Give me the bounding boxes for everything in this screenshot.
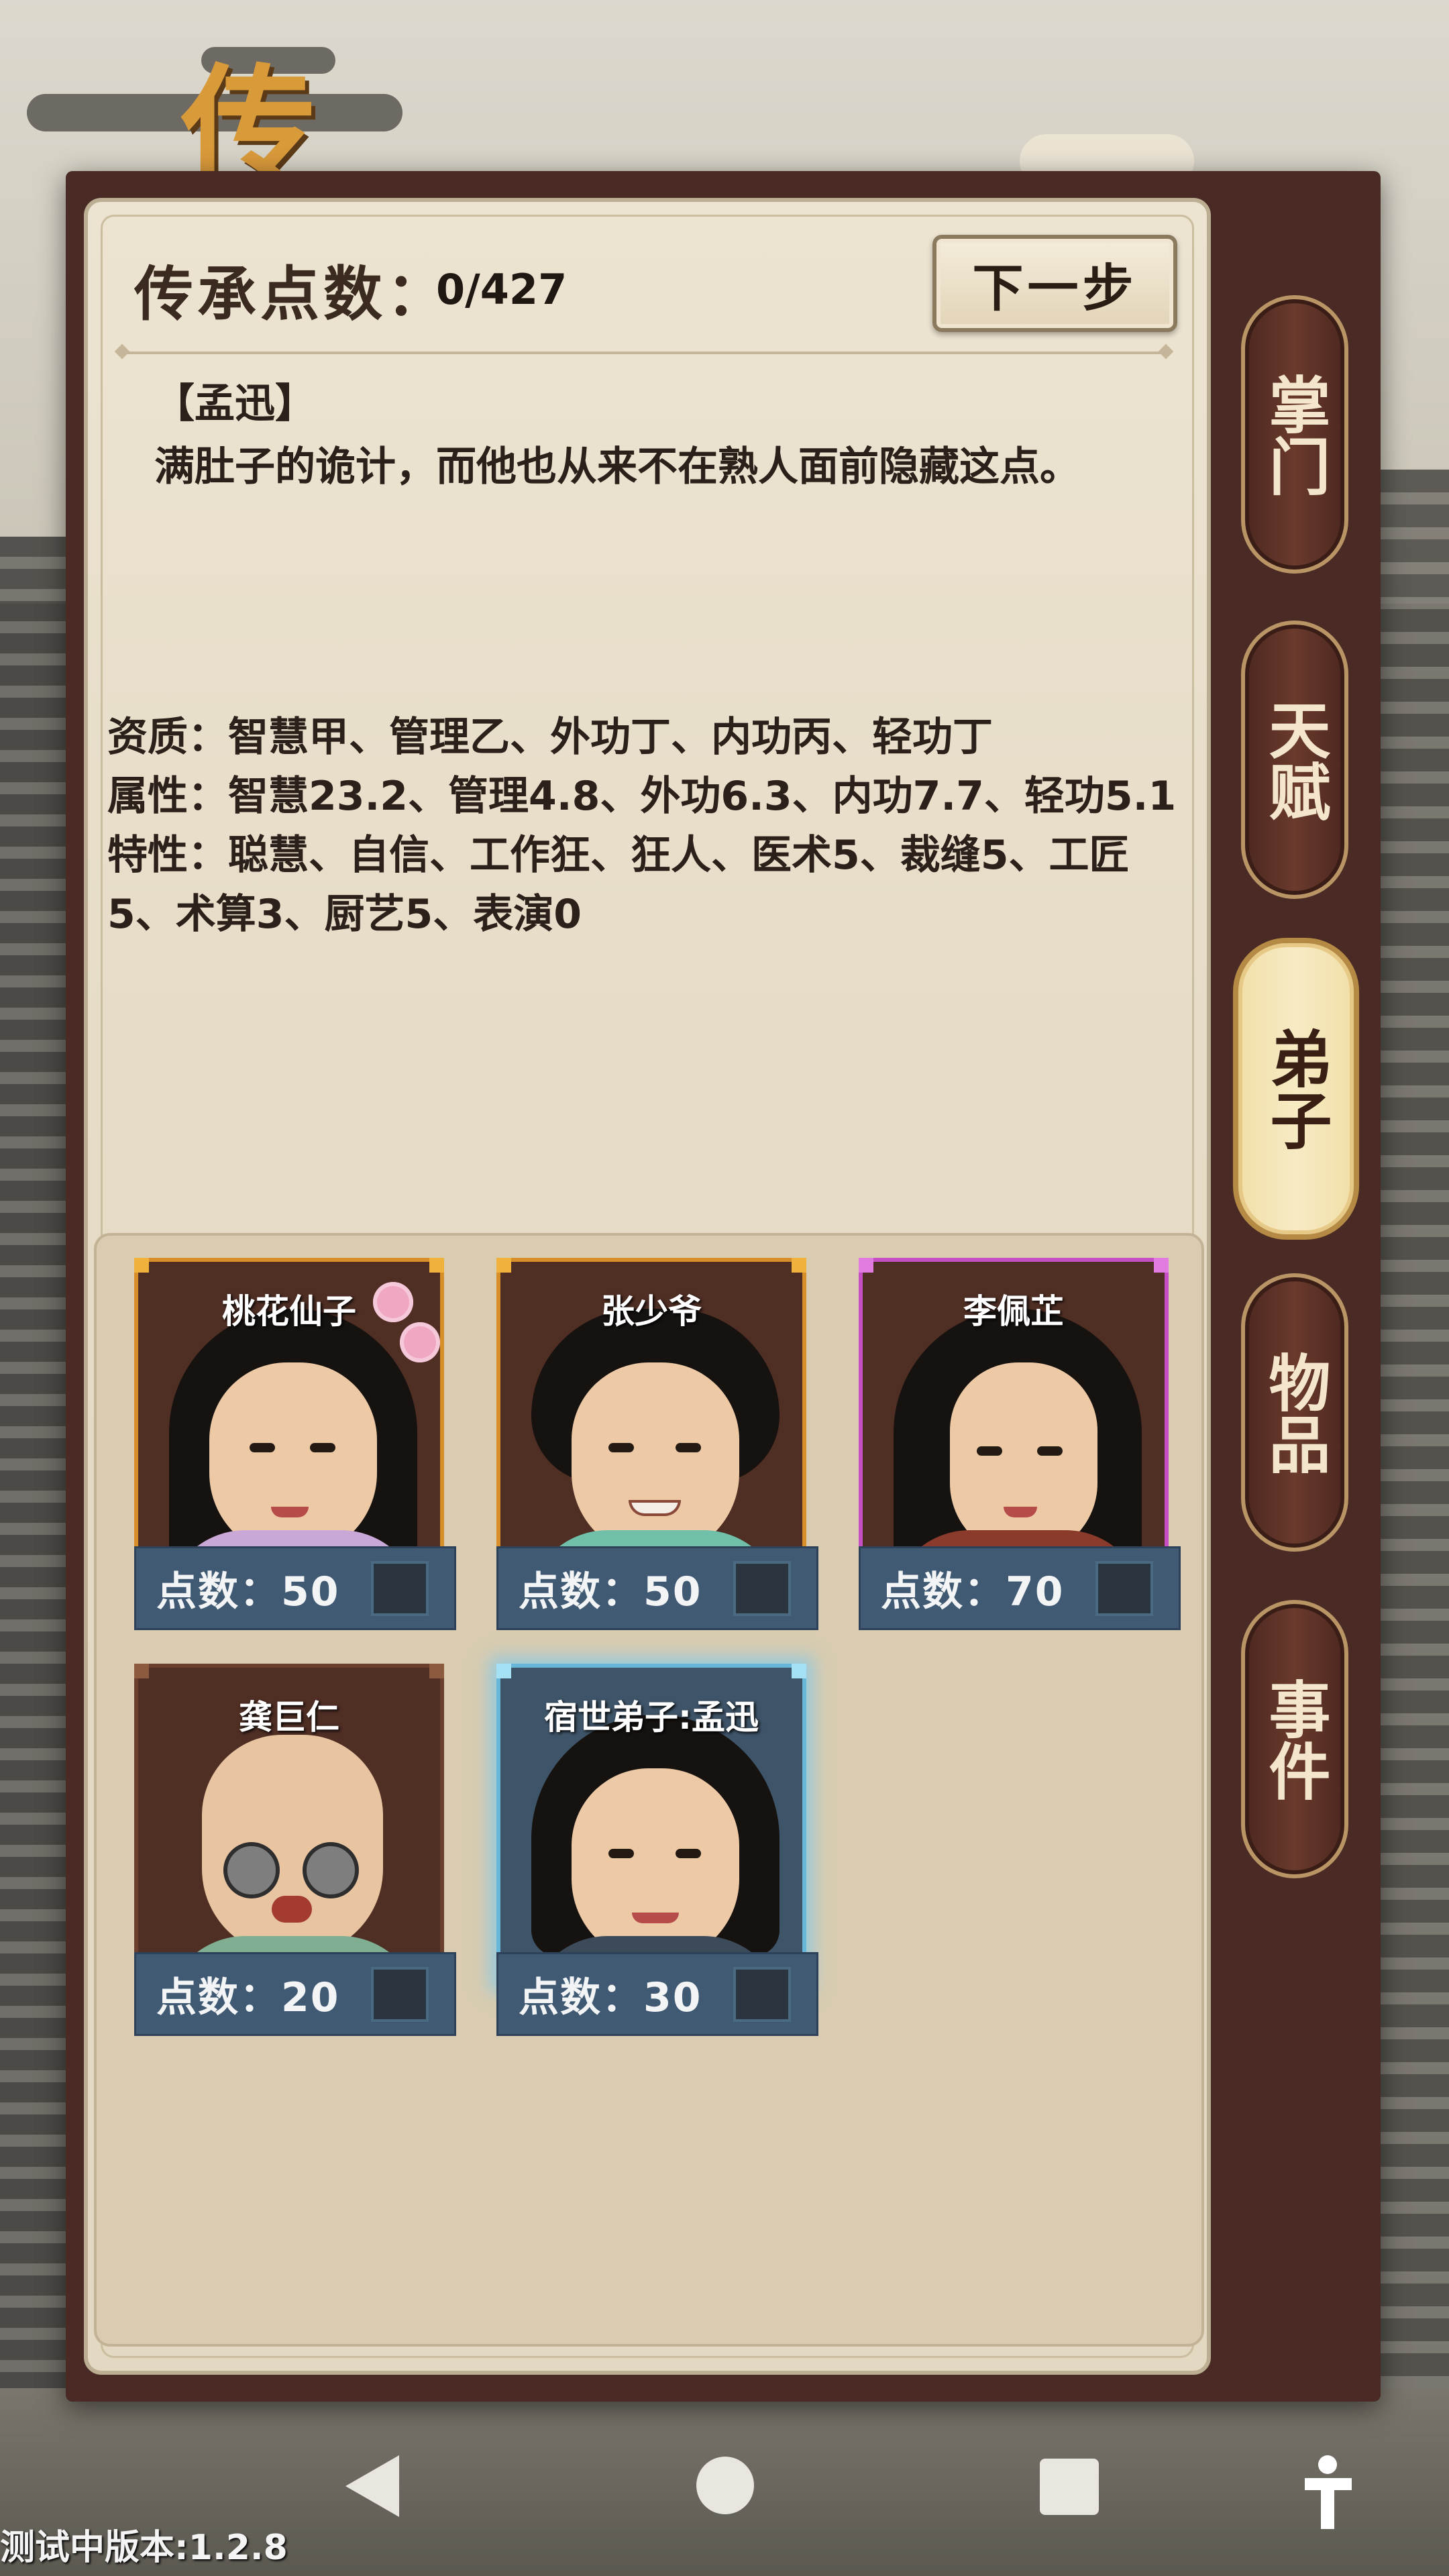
card-name: 桃花仙子 (222, 1292, 356, 1331)
next-step-button[interactable]: 下一步 (932, 235, 1177, 332)
version-label: 测试中版本:1.2.8 (0, 2528, 288, 2568)
glasses-icon (223, 1842, 280, 1898)
disciple-bio: 满肚子的诡计，而他也从来不在熟人面前隐藏这点。 (154, 443, 1080, 490)
tab-leader[interactable]: 掌门 (1241, 295, 1348, 574)
traits-line: 特性：聪慧、自信、工作狂、狂人、医术5、裁缝5、工匠5、术算3、厨艺5、表演0 (107, 832, 1130, 938)
portrait-nose (272, 1896, 312, 1923)
points-label: 传承点数： (134, 259, 450, 329)
portrait-face (202, 1735, 383, 1956)
frame-corner (792, 1664, 806, 1678)
tab-label: 物品 (1258, 1350, 1331, 1474)
aptitude-line: 资质：智慧甲、管理乙、外功丁、内功丙、轻功丁 (107, 714, 993, 761)
card-footer: 点数：50 (496, 1546, 818, 1630)
portrait-face (950, 1362, 1097, 1557)
tab-label: 事件 (1258, 1677, 1331, 1801)
portrait-eye (608, 1849, 634, 1858)
portrait-face (572, 1362, 739, 1557)
card-points: 点数：20 (156, 1974, 340, 2021)
portrait-eye (977, 1446, 1002, 1456)
portrait-mouth (1004, 1507, 1037, 1517)
disciple-card-selected[interactable]: 宿世弟子:孟迅 点数：30 (496, 1664, 818, 2036)
system-nav-bar (0, 2428, 1449, 2529)
card-footer: 点数：70 (859, 1546, 1181, 1630)
glasses-icon (303, 1842, 359, 1898)
disciple-card[interactable]: 张少爷 点数：50 (496, 1258, 818, 1630)
portrait-eye (310, 1443, 335, 1452)
card-name: 张少爷 (601, 1292, 702, 1331)
frame-corner (134, 1664, 149, 1678)
disciple-info: 资质：智慧甲、管理乙、外功丁、内功丙、轻功丁 属性：智慧23.2、管理4.8、外… (107, 708, 1181, 944)
card-points: 点数：30 (519, 1974, 702, 2021)
accessibility-icon[interactable] (1298, 2455, 1358, 2529)
tab-talent[interactable]: 天赋 (1241, 621, 1348, 899)
header-divider (121, 352, 1167, 354)
portrait-face (209, 1362, 377, 1557)
recent-apps-icon[interactable] (1040, 2459, 1099, 2515)
tab-label: 天赋 (1258, 698, 1331, 822)
portrait-mouth (629, 1500, 681, 1516)
portrait-face (572, 1768, 739, 1963)
select-checkbox[interactable] (1095, 1560, 1153, 1616)
card-footer: 点数：50 (134, 1546, 456, 1630)
portrait-mouth (632, 1913, 679, 1923)
portrait-mouth (271, 1507, 309, 1517)
card-points: 点数：70 (881, 1568, 1065, 1615)
card-name: 龚巨仁 (239, 1698, 339, 1737)
portrait-eye (676, 1849, 701, 1858)
frame-corner (429, 1258, 444, 1273)
tab-items[interactable]: 物品 (1241, 1273, 1348, 1552)
tab-events[interactable]: 事件 (1241, 1600, 1348, 1878)
frame-corner (496, 1258, 511, 1273)
card-footer: 点数：30 (496, 1952, 818, 2036)
disciple-name: 【孟迅】 (154, 380, 315, 427)
portrait-eye (1037, 1446, 1063, 1456)
frame-corner (429, 1664, 444, 1678)
card-footer: 点数：20 (134, 1952, 456, 2036)
disciple-description: 【孟迅】 满肚子的诡计，而他也从来不在熟人面前隐藏这点。 (107, 372, 1154, 498)
back-icon[interactable] (345, 2455, 399, 2517)
accessibility-body (1321, 2478, 1334, 2529)
select-checkbox[interactable] (371, 1560, 429, 1616)
select-checkbox[interactable] (371, 1966, 429, 2022)
home-icon[interactable] (696, 2457, 754, 2514)
card-name: 宿世弟子:孟迅 (544, 1698, 759, 1737)
frame-corner (1154, 1258, 1169, 1273)
points-value: 0/427 (436, 265, 568, 314)
accessibility-head (1318, 2455, 1337, 2474)
portrait-eye (676, 1443, 701, 1452)
card-points: 点数：50 (156, 1568, 340, 1615)
disciple-card[interactable]: 龚巨仁 点数：20 (134, 1664, 456, 2036)
tab-label: 弟子 (1260, 1027, 1332, 1150)
frame-corner (792, 1258, 806, 1273)
disciple-card[interactable]: 李佩芷 点数：70 (859, 1258, 1181, 1630)
frame-corner (134, 1258, 149, 1273)
tab-disciples[interactable]: 弟子 (1233, 938, 1359, 1240)
frame-corner (859, 1258, 873, 1273)
portrait-eye (608, 1443, 634, 1452)
frame-corner (496, 1664, 511, 1678)
card-name: 李佩芷 (963, 1292, 1064, 1331)
attributes-line: 属性：智慧23.2、管理4.8、外功6.3、内功7.7、轻功5.1 (107, 773, 1177, 820)
banner: 传承 (27, 27, 402, 402)
portrait-eye (250, 1443, 275, 1452)
select-checkbox[interactable] (733, 1966, 791, 2022)
tab-label: 掌门 (1258, 372, 1331, 496)
disciple-card[interactable]: 桃花仙子 点数：50 (134, 1258, 456, 1630)
select-checkbox[interactable] (733, 1560, 791, 1616)
card-points: 点数：50 (519, 1568, 702, 1615)
